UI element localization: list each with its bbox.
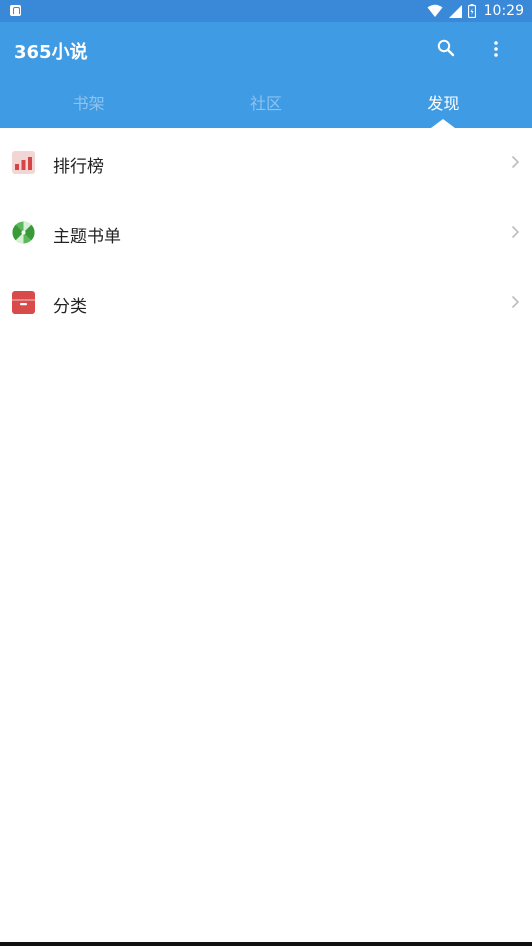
status-bar: 10:29	[0, 0, 532, 22]
chevron-right-icon	[511, 295, 520, 309]
category-box-icon	[12, 291, 35, 314]
ranking-chart-icon	[12, 151, 35, 174]
tab-label: 社区	[249, 94, 282, 113]
screen-bottom-edge	[0, 942, 532, 946]
tab-bar: 书架 社区 发现	[0, 84, 532, 128]
tab-community[interactable]: 社区	[177, 84, 354, 128]
list-item-category[interactable]: 分类	[0, 268, 532, 338]
more-options-button[interactable]	[482, 34, 510, 62]
more-vert-icon	[494, 41, 498, 57]
wifi-icon	[427, 4, 443, 17]
notification-app-icon	[10, 5, 21, 16]
search-button[interactable]	[432, 34, 460, 62]
list-item-label: 分类	[53, 297, 87, 317]
tab-label: 书架	[72, 94, 105, 113]
list-item-label: 排行榜	[53, 157, 104, 177]
search-icon	[437, 39, 455, 57]
topic-booklist-icon	[12, 221, 35, 244]
app-bar: 365小说 书架 社区 发现	[0, 22, 532, 128]
app-title: 365小说	[14, 42, 88, 63]
chevron-right-icon	[511, 225, 520, 239]
chevron-right-icon	[511, 155, 520, 169]
battery-icon	[467, 4, 476, 18]
discover-list: 排行榜 主题书单 分类	[0, 128, 532, 338]
tab-discover[interactable]: 发现	[355, 84, 532, 128]
status-icons: 10:29	[427, 0, 524, 22]
list-item-topic-booklist[interactable]: 主题书单	[0, 198, 532, 268]
list-item-ranking[interactable]: 排行榜	[0, 128, 532, 198]
tab-bookshelf[interactable]: 书架	[0, 84, 177, 128]
active-tab-indicator	[431, 119, 456, 128]
tab-label: 发现	[427, 94, 460, 113]
list-item-label: 主题书单	[53, 227, 121, 247]
cell-signal-icon	[448, 4, 462, 18]
status-time: 10:29	[483, 3, 524, 19]
